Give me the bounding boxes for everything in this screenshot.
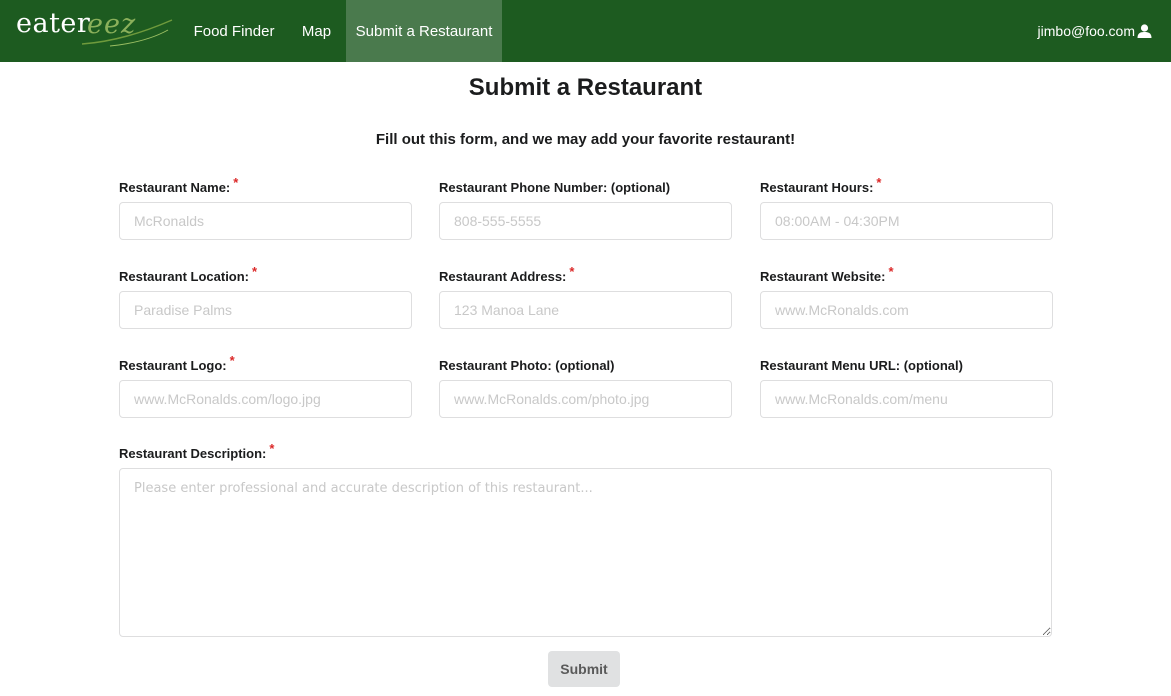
restaurant-photo-label: Restaurant Photo: (optional) [439, 358, 615, 373]
field-restaurant-menu-url: Restaurant Menu URL: (optional) [760, 358, 1053, 418]
restaurant-hours-label: Restaurant Hours: * [760, 175, 882, 195]
restaurant-phone-label: Restaurant Phone Number: (optional) [439, 180, 671, 195]
required-marker: * [569, 264, 575, 279]
brand-logo[interactable]: eater eez [16, 0, 173, 62]
required-marker: * [269, 441, 275, 456]
top-navbar: eater eez Food Finder Map Submit a Resta… [0, 0, 1171, 62]
restaurant-logo-label: Restaurant Logo: * [119, 353, 235, 373]
nav-submit-restaurant[interactable]: Submit a Restaurant [346, 0, 502, 62]
field-restaurant-location: Restaurant Location: * [119, 264, 412, 329]
restaurant-photo-input[interactable] [439, 380, 732, 418]
field-restaurant-hours: Restaurant Hours: * [760, 175, 1053, 240]
brand-logo-part2: eez [87, 9, 137, 40]
required-marker: * [229, 353, 235, 368]
required-marker: * [876, 175, 882, 190]
restaurant-description-label: Restaurant Description: * [119, 441, 275, 461]
field-restaurant-description: Restaurant Description: * [119, 441, 1052, 642]
restaurant-location-label: Restaurant Location: * [119, 264, 258, 284]
restaurant-phone-input[interactable] [439, 202, 732, 240]
restaurant-hours-input[interactable] [760, 202, 1053, 240]
nav-food-finder[interactable]: Food Finder [181, 0, 287, 62]
page-title: Submit a Restaurant [468, 74, 703, 101]
submit-button[interactable]: Submit [548, 651, 620, 687]
restaurant-menu-url-input[interactable] [760, 380, 1053, 418]
page-subtitle: Fill out this form, and we may add your … [375, 131, 796, 148]
restaurant-website-label: Restaurant Website: * [760, 264, 894, 284]
restaurant-logo-input[interactable] [119, 380, 412, 418]
field-restaurant-address: Restaurant Address: * [439, 264, 732, 329]
user-menu[interactable]: jimbo@foo.com [1038, 0, 1152, 62]
restaurant-menu-url-label: Restaurant Menu URL: (optional) [760, 358, 963, 373]
restaurant-address-label: Restaurant Address: * [439, 264, 575, 284]
nav-map[interactable]: Map [287, 0, 346, 62]
restaurant-website-input[interactable] [760, 291, 1053, 329]
field-restaurant-logo: Restaurant Logo: * [119, 353, 412, 418]
restaurant-location-input[interactable] [119, 291, 412, 329]
restaurant-description-textarea[interactable] [119, 468, 1052, 637]
field-restaurant-phone: Restaurant Phone Number: (optional) [439, 180, 732, 240]
user-icon [1137, 24, 1152, 38]
restaurant-name-label: Restaurant Name: * [119, 175, 239, 195]
restaurant-address-input[interactable] [439, 291, 732, 329]
field-restaurant-name: Restaurant Name: * [119, 175, 412, 240]
field-restaurant-photo: Restaurant Photo: (optional) [439, 358, 732, 418]
user-email: jimbo@foo.com [1037, 23, 1135, 39]
required-marker: * [888, 264, 894, 279]
required-marker: * [252, 264, 258, 279]
field-restaurant-website: Restaurant Website: * [760, 264, 1053, 329]
required-marker: * [233, 175, 239, 190]
restaurant-name-input[interactable] [119, 202, 412, 240]
